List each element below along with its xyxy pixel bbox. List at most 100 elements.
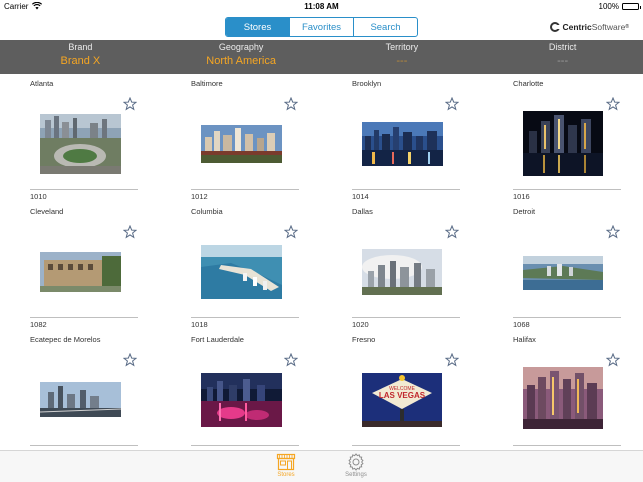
battery-icon	[622, 3, 641, 10]
store-card[interactable]: Charlotte 1016	[483, 74, 643, 202]
filter-bar: Brand Brand X Geography North America Te…	[0, 40, 643, 74]
favorite-star-icon[interactable]	[445, 353, 459, 367]
segment-stores[interactable]: Stores	[226, 18, 289, 36]
card-divider	[30, 445, 138, 446]
tab-bar: Stores Settings	[0, 450, 643, 482]
filter-geography-label: Geography	[218, 42, 264, 52]
filter-district-label: District	[548, 42, 577, 52]
dallas-skyline-photo	[362, 249, 442, 295]
store-grid: Atlanta 1010 Baltimore 1012 Brooklyn 101…	[0, 74, 643, 450]
logo-text-light: Software	[591, 22, 626, 32]
logo-mark-icon	[550, 22, 562, 32]
logo-registered-mark: ®	[625, 24, 629, 30]
card-divider	[30, 317, 138, 318]
store-card[interactable]: Columbia 1018	[161, 202, 321, 330]
segment-favorites[interactable]: Favorites	[289, 18, 353, 36]
store-icon	[276, 453, 296, 471]
filter-district-value: ---	[557, 55, 569, 67]
card-divider	[191, 317, 299, 318]
tab-stores-label: Stores	[277, 472, 295, 478]
store-code: 1012	[191, 192, 208, 201]
store-code: 1068	[513, 320, 530, 329]
las-vegas-sign-photo: WELCOME LAS VEGAS	[362, 373, 442, 427]
baltimore-skyline-photo	[201, 125, 282, 163]
favorite-star-icon[interactable]	[445, 97, 459, 111]
store-name: Baltimore	[191, 79, 223, 88]
store-card[interactable]: Ecatepec de Morelos	[0, 330, 160, 450]
svg-text:LAS VEGAS: LAS VEGAS	[379, 391, 426, 400]
store-code: 1014	[352, 192, 369, 201]
favorite-star-icon[interactable]	[123, 97, 137, 111]
filter-geography-value: North America	[206, 55, 276, 67]
card-divider	[191, 445, 299, 446]
favorite-star-icon[interactable]	[606, 353, 620, 367]
store-name: Atlanta	[30, 79, 54, 88]
store-code: 1082	[30, 320, 47, 329]
store-card[interactable]: Detroit 1068	[483, 202, 643, 330]
store-card[interactable]: Baltimore 1012	[161, 74, 321, 202]
store-code: 1010	[30, 192, 47, 201]
store-card[interactable]: Fort Lauderdale	[161, 330, 321, 450]
filter-brand[interactable]: Brand Brand X	[0, 40, 161, 74]
store-name: Detroit	[513, 207, 536, 216]
columbia-coastline-aerial-photo	[201, 245, 282, 299]
card-divider	[30, 189, 138, 190]
store-code: 1018	[191, 320, 208, 329]
battery-percentage: 100%	[598, 2, 619, 11]
centric-software-logo: Centric Software ®	[550, 22, 629, 32]
filter-territory[interactable]: Territory ---	[322, 40, 483, 74]
store-name: Halifax	[513, 335, 536, 344]
filter-brand-label: Brand	[68, 42, 93, 52]
store-card[interactable]: Cleveland 1082	[0, 202, 160, 330]
filter-brand-value: Brand X	[60, 55, 101, 67]
favorite-star-icon[interactable]	[123, 353, 137, 367]
favorite-star-icon[interactable]	[606, 97, 620, 111]
navigation-bar: Stores Favorites Search Centric Software ®	[0, 14, 643, 40]
favorite-star-icon[interactable]	[445, 225, 459, 239]
card-divider	[513, 445, 621, 446]
logo-text-bold: Centric	[562, 22, 592, 32]
card-divider	[191, 189, 299, 190]
tab-settings[interactable]: Settings	[336, 453, 376, 478]
store-name: Dallas	[352, 207, 373, 216]
store-name: Cleveland	[30, 207, 64, 216]
store-name: Ecatepec de Morelos	[30, 335, 101, 344]
favorite-star-icon[interactable]	[606, 225, 620, 239]
card-divider	[352, 317, 460, 318]
charlotte-night-skyline-photo	[523, 111, 603, 176]
store-name: Fort Lauderdale	[191, 335, 244, 344]
store-card[interactable]: Atlanta 1010	[0, 74, 160, 202]
store-card[interactable]: Dallas 1020	[322, 202, 482, 330]
store-name: Charlotte	[513, 79, 544, 88]
filter-territory-value: ---	[396, 55, 408, 67]
store-code: 1016	[513, 192, 530, 201]
filter-district[interactable]: District ---	[482, 40, 643, 74]
filter-territory-label: Territory	[385, 42, 419, 52]
store-card[interactable]: Fresno WELCOME LAS VEGAS	[322, 330, 482, 450]
store-name: Brooklyn	[352, 79, 382, 88]
filter-geography[interactable]: Geography North America	[161, 40, 322, 74]
card-divider	[352, 445, 460, 446]
favorite-star-icon[interactable]	[284, 353, 298, 367]
cleveland-building-photo	[40, 252, 121, 292]
favorite-star-icon[interactable]	[284, 225, 298, 239]
clock: 11:08 AM	[304, 2, 339, 11]
store-name: Fresno	[352, 335, 376, 344]
store-card[interactable]: Halifax	[483, 330, 643, 450]
detroit-aerial-photo	[523, 256, 603, 290]
store-card[interactable]: Brooklyn 1014	[322, 74, 482, 202]
brooklyn-skyline-photo	[362, 122, 443, 166]
tab-stores[interactable]: Stores	[266, 453, 306, 478]
halifax-sunset-skyline-photo	[523, 367, 603, 429]
segment-search[interactable]: Search	[353, 18, 417, 36]
card-divider	[352, 189, 460, 190]
fort-lauderdale-night-photo	[201, 373, 282, 427]
store-code: 1020	[352, 320, 369, 329]
ecatepec-city-photo	[40, 382, 121, 417]
atlanta-stadium-aerial-photo	[40, 114, 121, 174]
favorite-star-icon[interactable]	[123, 225, 137, 239]
card-divider	[513, 189, 621, 190]
store-name: Columbia	[191, 207, 223, 216]
favorite-star-icon[interactable]	[284, 97, 298, 111]
tab-settings-label: Settings	[345, 472, 367, 478]
